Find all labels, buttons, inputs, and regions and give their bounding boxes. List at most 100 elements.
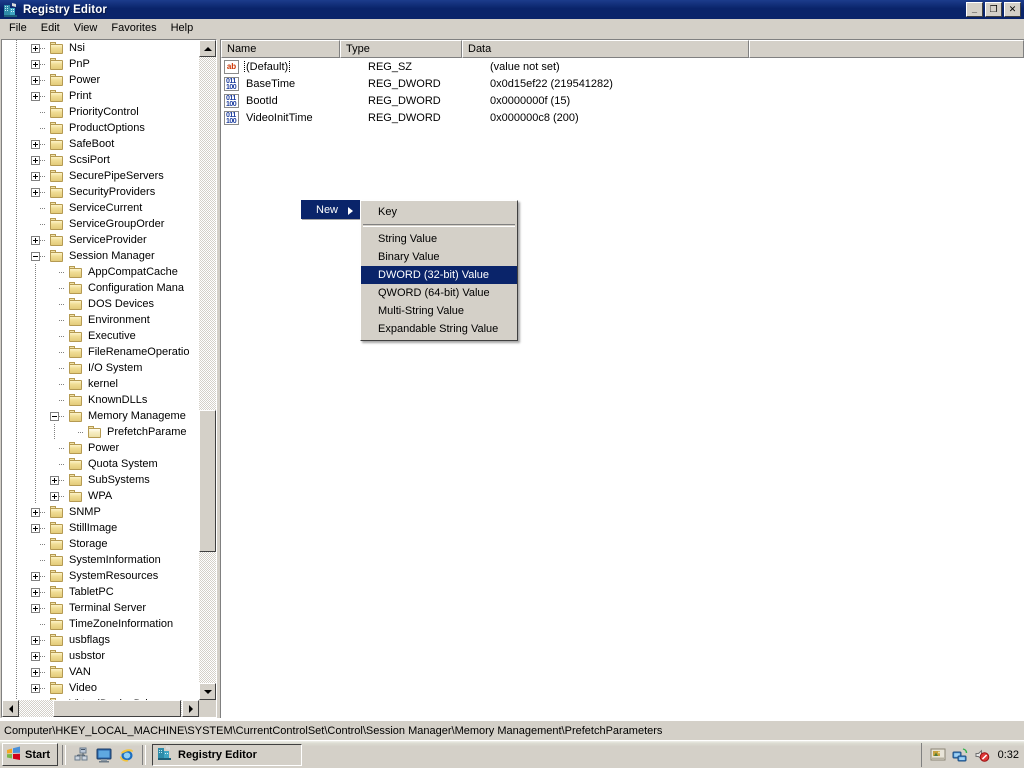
collapse-icon[interactable] bbox=[31, 251, 40, 261]
registry-values-pane[interactable]: Name Type Data ab (Default) REG_SZ (value n… bbox=[220, 39, 1024, 718]
tree-item[interactable]: Power bbox=[2, 72, 200, 88]
tree-item[interactable]: VAN bbox=[2, 664, 200, 680]
tree-horizontal-scrollbar[interactable] bbox=[2, 700, 199, 717]
tree-item[interactable]: PriorityControl bbox=[2, 104, 200, 120]
menu-item-dword-32-bit-value[interactable]: DWORD (32-bit) Value bbox=[361, 266, 517, 284]
network-connection-icon[interactable] bbox=[952, 747, 968, 763]
tree-item[interactable]: SNMP bbox=[2, 504, 200, 520]
tree-item[interactable]: ProductOptions bbox=[2, 120, 200, 136]
value-row[interactable]: 011 100 VideoInitTime REG_DWORD 0x000000c8 (… bbox=[221, 109, 1024, 126]
expand-icon[interactable] bbox=[31, 587, 40, 597]
expand-icon[interactable] bbox=[31, 651, 40, 661]
tree-vscroll-track[interactable] bbox=[199, 57, 216, 683]
tree-item[interactable]: Storage bbox=[2, 536, 200, 552]
tree-item[interactable]: Nsi bbox=[2, 40, 200, 56]
display-settings-icon[interactable] bbox=[930, 747, 946, 763]
tree-item[interactable]: ScsiPort bbox=[2, 152, 200, 168]
expand-icon[interactable] bbox=[31, 155, 40, 165]
start-button[interactable]: Start bbox=[2, 743, 58, 766]
tree-item[interactable]: Terminal Server bbox=[2, 600, 200, 616]
tree-item[interactable]: SubSystems bbox=[2, 472, 200, 488]
menu-edit[interactable]: Edit bbox=[34, 20, 67, 38]
expand-icon[interactable] bbox=[31, 635, 40, 645]
tree-item[interactable]: ServiceCurrent bbox=[2, 200, 200, 216]
volume-muted-icon[interactable] bbox=[974, 747, 990, 763]
tree-item[interactable]: KnownDLLs bbox=[2, 392, 200, 408]
tree-item[interactable]: kernel bbox=[2, 376, 200, 392]
expand-icon[interactable] bbox=[31, 235, 40, 245]
expand-icon[interactable] bbox=[50, 475, 59, 485]
new-submenu[interactable]: Key String Value Binary Value DWORD (32-bit… bbox=[360, 200, 518, 341]
tree-scroll-up-button[interactable] bbox=[199, 40, 216, 57]
expand-icon[interactable] bbox=[31, 43, 40, 53]
value-row[interactable]: 011 100 BaseTime REG_DWORD 0x0d15ef22 (21954… bbox=[221, 75, 1024, 92]
tree-item[interactable]: Environment bbox=[2, 312, 200, 328]
taskbar-button[interactable]: Registry Editor bbox=[152, 743, 302, 766]
tree-item[interactable]: ServiceProvider bbox=[2, 232, 200, 248]
tree-item[interactable]: PrefetchParame bbox=[2, 424, 200, 440]
network-icon[interactable] bbox=[73, 747, 89, 763]
tree-item[interactable]: usbstor bbox=[2, 648, 200, 664]
tree-item[interactable]: Session Manager bbox=[2, 248, 200, 264]
tree-item[interactable]: Configuration Mana bbox=[2, 280, 200, 296]
tree-item[interactable]: WPA bbox=[2, 488, 200, 504]
expand-icon[interactable] bbox=[31, 187, 40, 197]
tree-scroll-down-button[interactable] bbox=[199, 683, 216, 700]
taskbar-clock[interactable]: 0:32 bbox=[998, 749, 1019, 761]
menu-item-expandable-string-value[interactable]: Expandable String Value bbox=[361, 320, 517, 338]
tree-item[interactable]: SecurityProviders bbox=[2, 184, 200, 200]
expand-icon[interactable] bbox=[31, 523, 40, 533]
tree-item[interactable]: StillImage bbox=[2, 520, 200, 536]
tree-item[interactable]: SystemResources bbox=[2, 568, 200, 584]
tree-item[interactable]: Executive bbox=[2, 328, 200, 344]
tree-item[interactable]: I/O System bbox=[2, 360, 200, 376]
expand-icon[interactable] bbox=[31, 139, 40, 149]
minimize-button[interactable]: _ bbox=[966, 2, 983, 17]
menu-item-multi-string-value[interactable]: Multi-String Value bbox=[361, 302, 517, 320]
expand-icon[interactable] bbox=[31, 507, 40, 517]
tree-item[interactable]: Print bbox=[2, 88, 200, 104]
menu-item-binary-value[interactable]: Binary Value bbox=[361, 248, 517, 266]
tree-item[interactable]: SecurePipeServers bbox=[2, 168, 200, 184]
tree-item[interactable]: TabletPC bbox=[2, 584, 200, 600]
tree-hscroll-thumb[interactable] bbox=[53, 700, 181, 717]
tree-scroll-right-button[interactable] bbox=[182, 700, 199, 717]
menu-item-qword-64-bit-value[interactable]: QWORD (64-bit) Value bbox=[361, 284, 517, 302]
expand-icon[interactable] bbox=[31, 603, 40, 613]
expand-icon[interactable] bbox=[31, 171, 40, 181]
title-bar[interactable]: Registry Editor _ ❐ ✕ bbox=[0, 0, 1024, 19]
tree-scroll-left-button[interactable] bbox=[2, 700, 19, 717]
maximize-button[interactable]: ❐ bbox=[985, 2, 1002, 17]
expand-icon[interactable] bbox=[31, 683, 40, 693]
expand-icon[interactable] bbox=[31, 75, 40, 85]
registry-tree-pane[interactable]: Nsi PnP Power Print PriorityControl ProductOp… bbox=[1, 39, 217, 718]
internet-explorer-icon[interactable] bbox=[119, 747, 135, 763]
menu-item-key[interactable]: Key bbox=[361, 203, 517, 221]
tree-item[interactable]: DOS Devices bbox=[2, 296, 200, 312]
tree-item[interactable]: Video bbox=[2, 680, 200, 696]
expand-icon[interactable] bbox=[31, 91, 40, 101]
tree-item[interactable]: AppCompatCache bbox=[2, 264, 200, 280]
expand-icon[interactable] bbox=[31, 59, 40, 69]
expand-icon[interactable] bbox=[50, 491, 59, 501]
close-button[interactable]: ✕ bbox=[1004, 2, 1021, 17]
tree-item[interactable]: Power bbox=[2, 440, 200, 456]
menu-item-string-value[interactable]: String Value bbox=[361, 230, 517, 248]
tree-item[interactable]: SafeBoot bbox=[2, 136, 200, 152]
context-menu-new-item[interactable]: New bbox=[301, 200, 361, 219]
column-header-data[interactable]: Data bbox=[462, 40, 749, 58]
menu-favorites[interactable]: Favorites bbox=[104, 20, 163, 38]
expand-icon[interactable] bbox=[31, 667, 40, 677]
collapse-icon[interactable] bbox=[50, 411, 59, 421]
tree-item[interactable]: Memory Manageme bbox=[2, 408, 200, 424]
value-row[interactable]: ab (Default) REG_SZ (value not set) bbox=[221, 58, 1024, 75]
show-desktop-icon[interactable] bbox=[96, 747, 112, 763]
tree-item[interactable]: FileRenameOperatio bbox=[2, 344, 200, 360]
expand-icon[interactable] bbox=[31, 571, 40, 581]
column-header-type[interactable]: Type bbox=[340, 40, 462, 58]
tree-vscroll-thumb[interactable] bbox=[199, 410, 216, 552]
menu-view[interactable]: View bbox=[67, 20, 105, 38]
column-header-name[interactable]: Name bbox=[221, 40, 340, 58]
tree-item[interactable]: Quota System bbox=[2, 456, 200, 472]
menu-file[interactable]: File bbox=[2, 20, 34, 38]
